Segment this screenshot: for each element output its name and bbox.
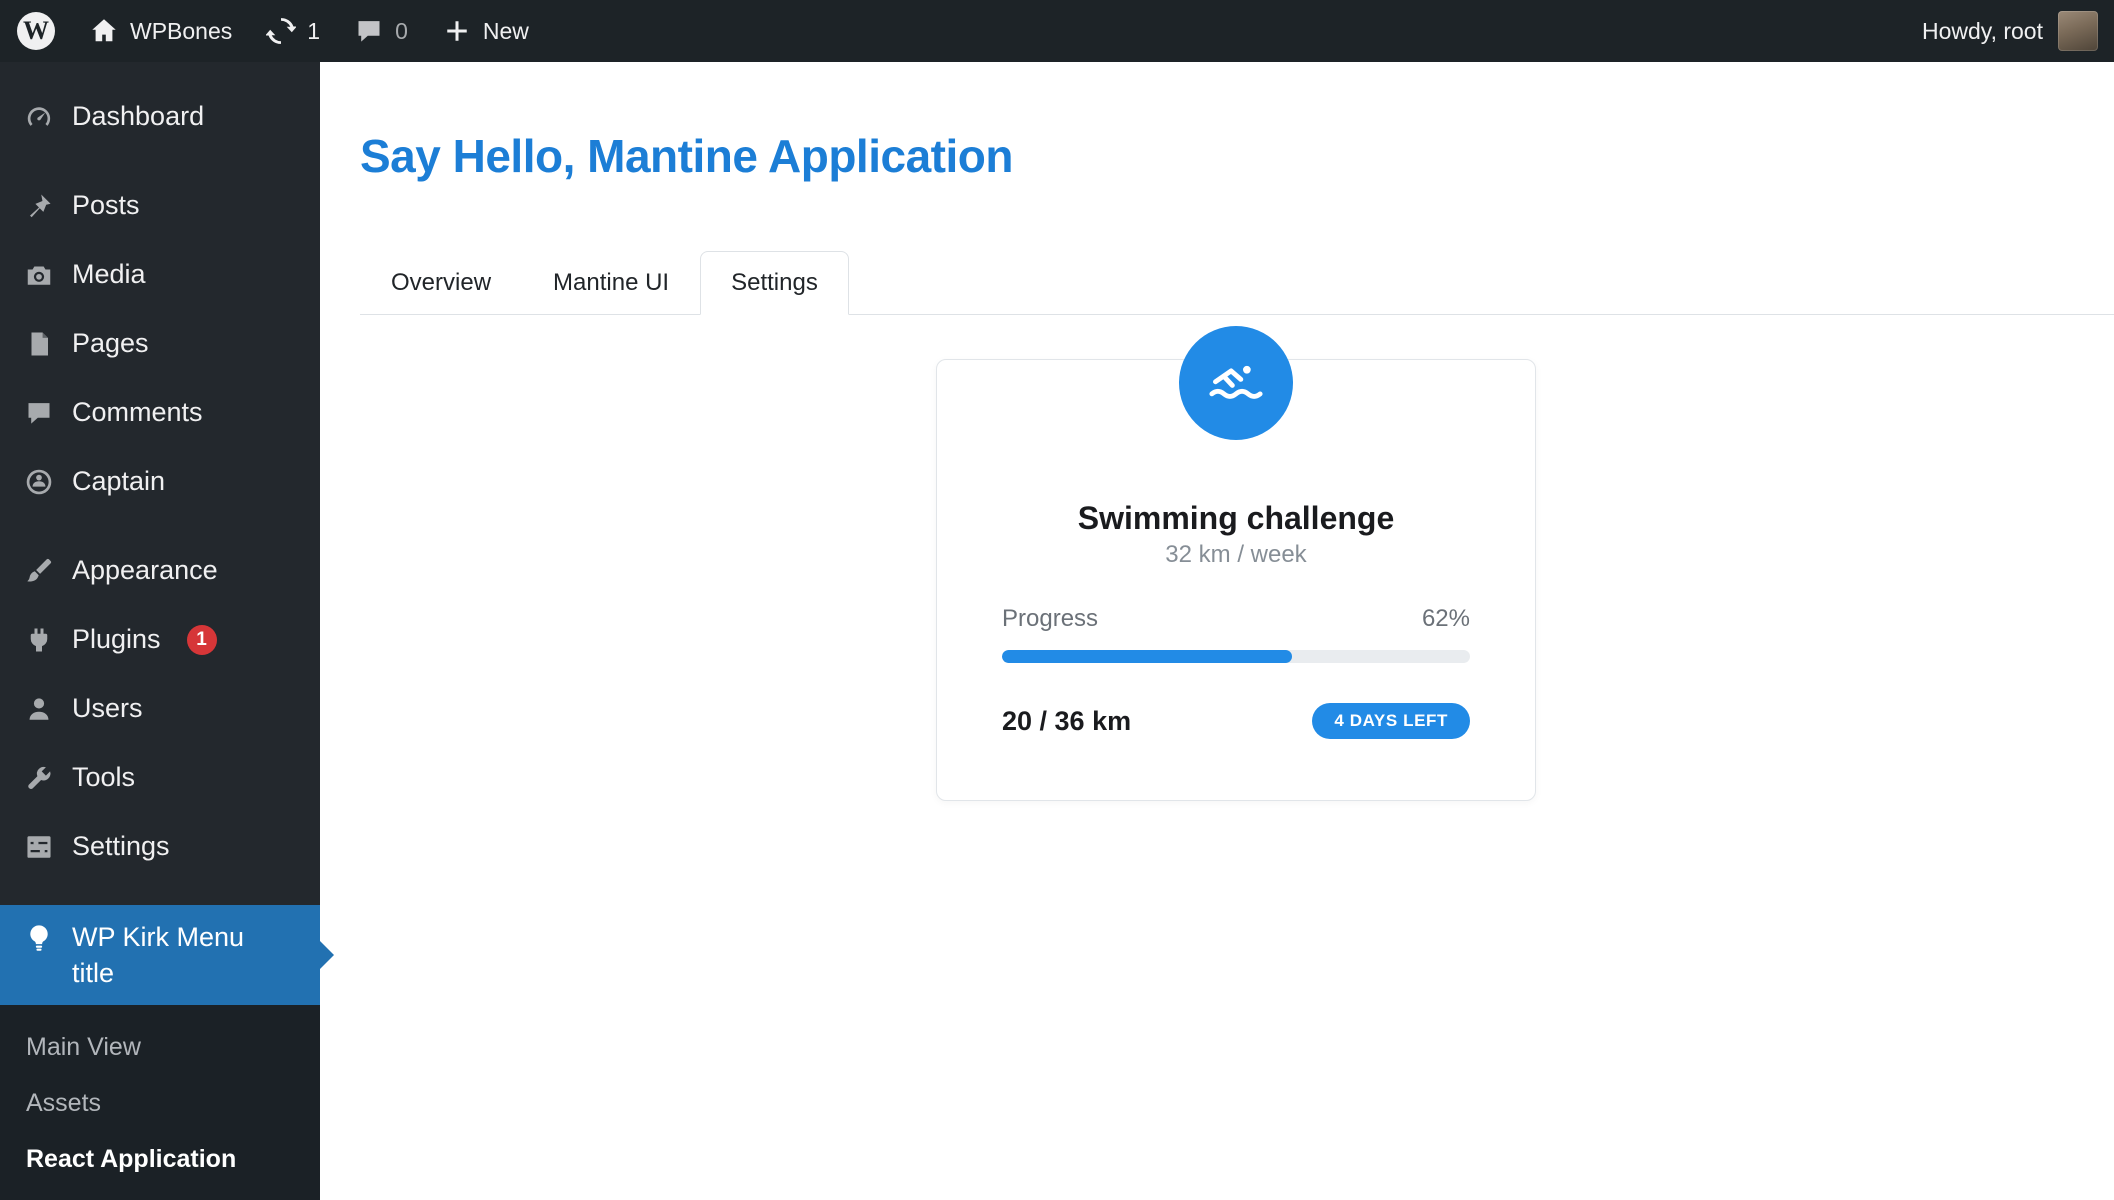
- progress-fill: [1002, 650, 1292, 663]
- menu-separator: [0, 151, 320, 171]
- page-title: Say Hello, Mantine Application: [360, 128, 2114, 184]
- admin-bar-right: Howdy, root: [1900, 0, 2114, 62]
- tab-mantine-ui[interactable]: Mantine UI: [522, 251, 700, 315]
- wp-kirk-submenu: Main View Assets React Application: [0, 1005, 320, 1200]
- submenu-item-assets[interactable]: Assets: [0, 1075, 320, 1131]
- plug-icon: [24, 625, 54, 655]
- accessibility-person-icon: [24, 467, 54, 497]
- home-icon: [89, 16, 119, 46]
- progress-row: Progress 62%: [1002, 604, 1470, 634]
- sidebar-item-comments[interactable]: Comments: [0, 378, 320, 447]
- sidebar-item-label: WP Kirk Menu title: [72, 919, 292, 991]
- submenu-item-label: Main View: [26, 1033, 141, 1062]
- tab-settings[interactable]: Settings: [700, 251, 849, 315]
- sidebar-item-captain[interactable]: Captain: [0, 447, 320, 516]
- admin-sidebar: Dashboard Posts Media: [0, 62, 320, 1200]
- card-subtitle: 32 km / week: [1002, 540, 1470, 570]
- sidebar-item-posts[interactable]: Posts: [0, 171, 320, 240]
- submenu-item-main-view[interactable]: Main View: [0, 1019, 320, 1075]
- menu-separator: [0, 516, 320, 536]
- submenu-item-label: React Application: [26, 1145, 236, 1174]
- update-icon: [266, 16, 296, 46]
- sidebar-item-wp-kirk[interactable]: WP Kirk Menu title: [0, 905, 320, 1005]
- sidebar-item-label: Tools: [72, 762, 135, 793]
- plus-icon: [442, 16, 472, 46]
- swimmer-icon: [1179, 326, 1293, 440]
- sidebar-item-pages[interactable]: Pages: [0, 309, 320, 378]
- comment-count: 0: [395, 18, 408, 45]
- card-title: Swimming challenge: [1002, 498, 1470, 538]
- sidebar-item-label: Appearance: [72, 555, 218, 586]
- sidebar-item-label: Plugins: [72, 624, 161, 655]
- progress-percent-label: 62%: [1422, 604, 1470, 634]
- sidebar-item-label: Comments: [72, 397, 203, 428]
- tab-overview[interactable]: Overview: [360, 251, 522, 315]
- sidebar-item-settings[interactable]: Settings: [0, 812, 320, 881]
- wordpress-menu[interactable]: W: [0, 0, 72, 62]
- sidebar-item-label: Captain: [72, 466, 165, 497]
- new-label: New: [483, 18, 529, 45]
- days-left-badge: 4 DAYS LEFT: [1312, 703, 1470, 739]
- sidebar-item-label: Users: [72, 693, 143, 724]
- wordpress-logo-icon: W: [17, 12, 55, 50]
- sidebar-item-appearance[interactable]: Appearance: [0, 536, 320, 605]
- plugins-update-badge: 1: [187, 625, 217, 655]
- submenu-item-label: Assets: [26, 1089, 101, 1118]
- sidebar-item-label: Pages: [72, 328, 149, 359]
- sidebar-item-tools[interactable]: Tools: [0, 743, 320, 812]
- comment-bubble-icon: [24, 398, 54, 428]
- sidebar-item-label: Posts: [72, 190, 140, 221]
- camera-icon: [24, 260, 54, 290]
- progress-bar: [1002, 650, 1470, 663]
- swimming-challenge-card: Swimming challenge 32 km / week Progress…: [936, 359, 1536, 801]
- admin-bar-left: W WPBones 1 0 New: [0, 0, 546, 62]
- lightbulb-icon: [24, 923, 54, 953]
- sidebar-item-users[interactable]: Users: [0, 674, 320, 743]
- user-avatar: [2058, 11, 2098, 51]
- updates-button[interactable]: 1: [249, 0, 337, 62]
- update-count: 1: [307, 18, 320, 45]
- sidebar-item-media[interactable]: Media: [0, 240, 320, 309]
- sidebar-item-label: Dashboard: [72, 101, 204, 132]
- menu-separator: [0, 881, 320, 905]
- document-icon: [24, 329, 54, 359]
- main-content: Say Hello, Mantine Application Overview …: [320, 62, 2114, 1200]
- admin-bar: W WPBones 1 0 New: [0, 0, 2114, 62]
- distance-label: 20 / 36 km: [1002, 706, 1131, 737]
- sliders-icon: [24, 832, 54, 862]
- dashboard-icon: [24, 102, 54, 132]
- sidebar-item-label: Media: [72, 259, 146, 290]
- sidebar-item-label: Settings: [72, 831, 170, 862]
- paintbrush-icon: [24, 556, 54, 586]
- submenu-item-react-application[interactable]: React Application: [0, 1131, 320, 1187]
- site-name-link[interactable]: WPBones: [72, 0, 249, 62]
- wrench-icon: [24, 763, 54, 793]
- howdy-menu[interactable]: Howdy, root: [1900, 0, 2114, 62]
- admin-menu: Dashboard Posts Media: [0, 62, 320, 1005]
- progress-label: Progress: [1002, 604, 1098, 634]
- howdy-label: Howdy, root: [1922, 18, 2043, 45]
- comments-bubble-icon: [354, 16, 384, 46]
- card-footer: 20 / 36 km 4 DAYS LEFT: [1002, 703, 1470, 739]
- user-icon: [24, 694, 54, 724]
- site-name-label: WPBones: [130, 18, 232, 45]
- comments-button[interactable]: 0: [337, 0, 425, 62]
- sidebar-item-dashboard[interactable]: Dashboard: [0, 82, 320, 151]
- pushpin-icon: [24, 191, 54, 221]
- sidebar-item-plugins[interactable]: Plugins 1: [0, 605, 320, 674]
- new-button[interactable]: New: [425, 0, 546, 62]
- tab-list: Overview Mantine UI Settings: [360, 251, 2114, 315]
